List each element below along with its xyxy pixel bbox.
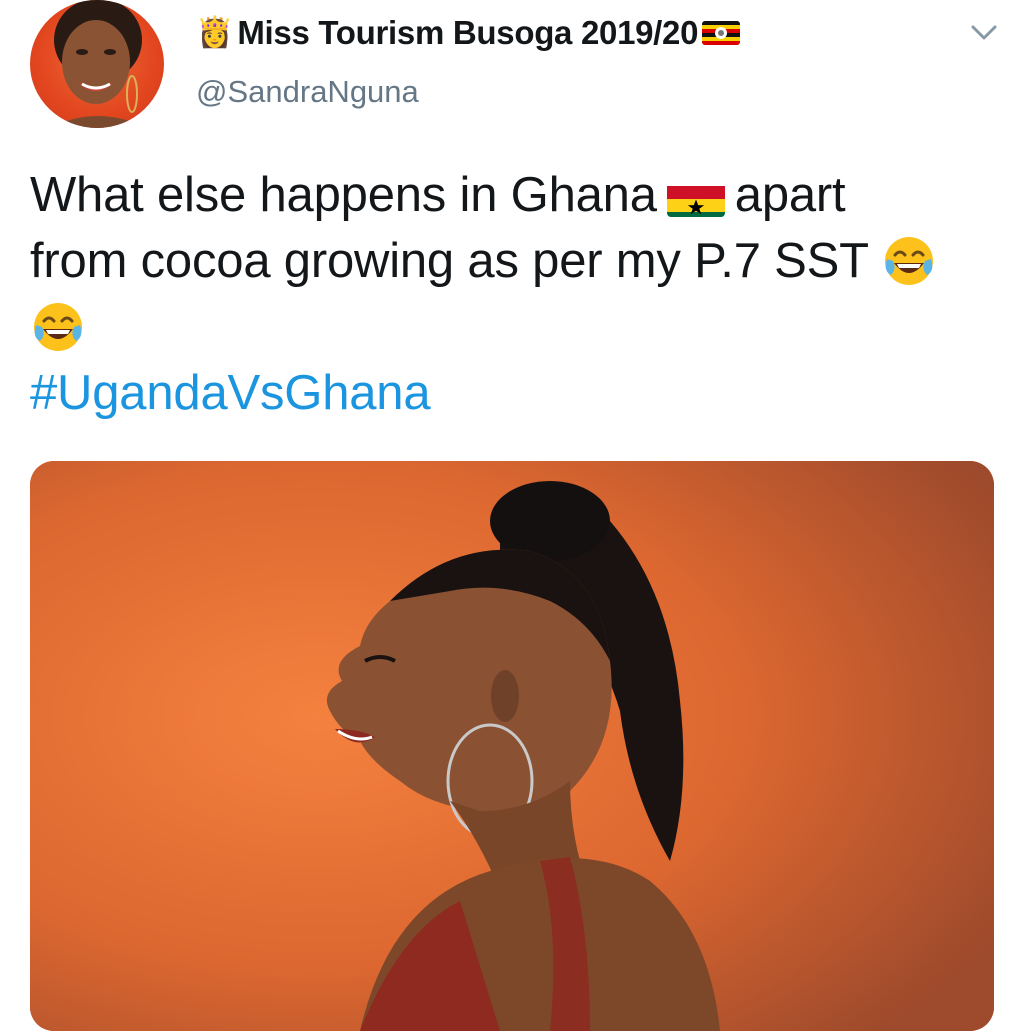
tweet-text-part: apart [734,168,846,222]
author-display-name[interactable]: Miss Tourism Busoga 2019/20 [237,14,698,52]
author-handle[interactable]: @SandraNguna [196,74,419,110]
tweet-line-2: from cocoa growing as per my P.7 SST [30,228,990,294]
tears-of-joy-icon [30,299,86,355]
chevron-down-icon[interactable] [968,18,1000,46]
tweet-media-image[interactable] [30,461,994,1031]
tweet-text-part: What else happens in Ghana [30,168,657,222]
hashtag-link[interactable]: #UgandaVsGhana [30,360,990,426]
tweet-line-3 [30,294,990,360]
tweet-text: What else happens in Ghana apart from co… [30,162,990,426]
tears-of-joy-icon [881,233,937,289]
uganda-flag-icon [702,21,741,45]
princess-emoji-icon: 👸 [196,15,234,50]
avatar[interactable] [30,0,164,128]
author-name-row[interactable]: 👸 Miss Tourism Busoga 2019/20 [196,10,741,56]
tweet-line-1: What else happens in Ghana apart [30,162,990,228]
ghana-flag-icon [666,177,725,217]
tweet-text-part: from cocoa growing as per my P.7 SST [30,234,868,288]
